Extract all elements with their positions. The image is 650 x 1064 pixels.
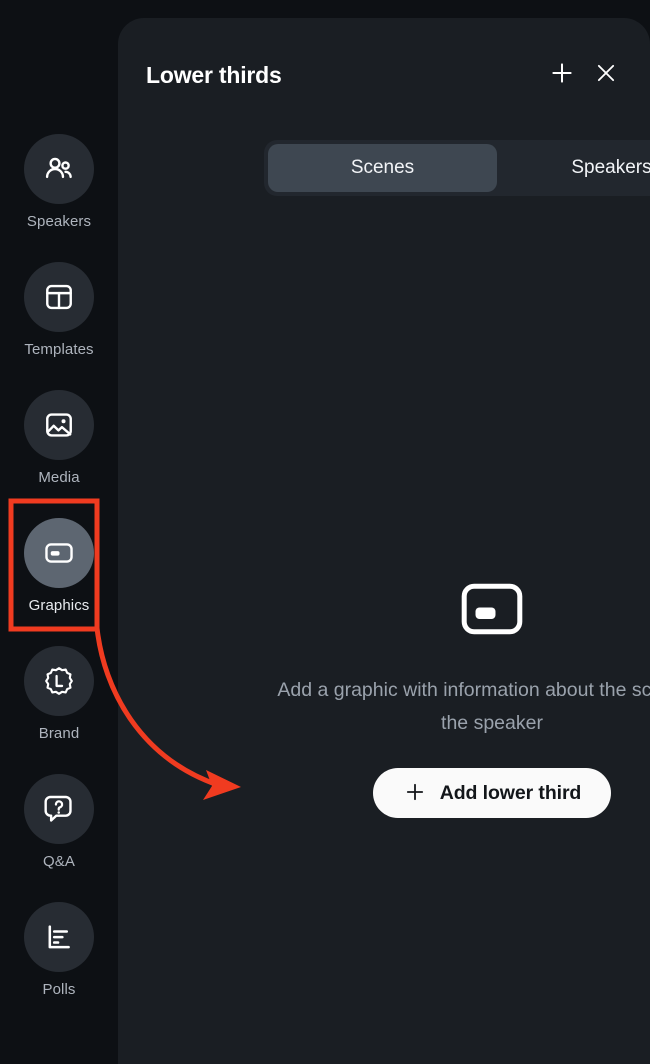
sidebar-item-label: Polls	[42, 981, 76, 998]
sidebar-item-label: Q&A	[43, 853, 75, 870]
sidebar-item-label: Media	[38, 469, 80, 486]
tab-label: Speakers	[571, 157, 650, 178]
app-root: Speakers Templates Media Graphics Brand …	[0, 0, 650, 1064]
page-title: Lower thirds	[146, 61, 282, 88]
templates-icon	[43, 281, 75, 313]
sidebar-icon-wrap	[24, 134, 94, 204]
sidebar-icon-wrap	[24, 902, 94, 972]
graphics-icon	[43, 537, 75, 569]
empty-state: Add a graphic with information about the…	[258, 583, 650, 818]
polls-icon	[43, 921, 75, 953]
add-lower-third-button[interactable]: Add lower third	[372, 768, 612, 818]
brand-icon	[43, 665, 75, 697]
lower-third-icon	[461, 583, 523, 640]
tab-label: Scenes	[350, 157, 415, 178]
sidebar-item-graphics[interactable]: Graphics	[11, 518, 107, 628]
close-button[interactable]	[584, 53, 628, 97]
qa-icon	[43, 793, 75, 825]
tab-scenes[interactable]: Scenes	[268, 144, 497, 192]
close-icon	[593, 60, 619, 91]
media-icon	[43, 409, 75, 441]
lower-thirds-panel: Lower thirds Scenes Speakers Add a graph…	[118, 18, 650, 1064]
sidebar: Speakers Templates Media Graphics Brand …	[0, 0, 118, 1064]
sidebar-item-qa[interactable]: Q&A	[11, 774, 107, 884]
add-lower-third-label: Add lower third	[439, 781, 582, 804]
sidebar-icon-wrap	[24, 262, 94, 332]
empty-state-message: Add a graphic with information about the…	[277, 679, 650, 734]
sidebar-icon-wrap	[24, 518, 94, 588]
tab-speakers[interactable]: Speakers	[497, 144, 650, 192]
sidebar-item-media[interactable]: Media	[11, 390, 107, 500]
sidebar-item-templates[interactable]: Templates	[11, 262, 107, 372]
add-button[interactable]	[540, 53, 584, 97]
speakers-icon	[42, 152, 76, 186]
plus-icon	[548, 59, 576, 92]
sidebar-item-label: Templates	[24, 341, 94, 358]
sidebar-item-polls[interactable]: Polls	[11, 902, 107, 1012]
sidebar-icon-wrap	[24, 646, 94, 716]
sidebar-item-label: Speakers	[26, 213, 92, 230]
sidebar-item-label: Brand	[38, 725, 80, 742]
segmented-tabs: Scenes Speakers	[264, 140, 650, 196]
sidebar-icon-wrap	[24, 390, 94, 460]
sidebar-icon-wrap	[24, 774, 94, 844]
panel-header: Lower thirds	[146, 48, 628, 102]
sidebar-item-label: Graphics	[28, 597, 90, 614]
plus-icon	[403, 780, 427, 807]
sidebar-item-speakers[interactable]: Speakers	[11, 134, 107, 244]
sidebar-item-brand[interactable]: Brand	[11, 646, 107, 756]
